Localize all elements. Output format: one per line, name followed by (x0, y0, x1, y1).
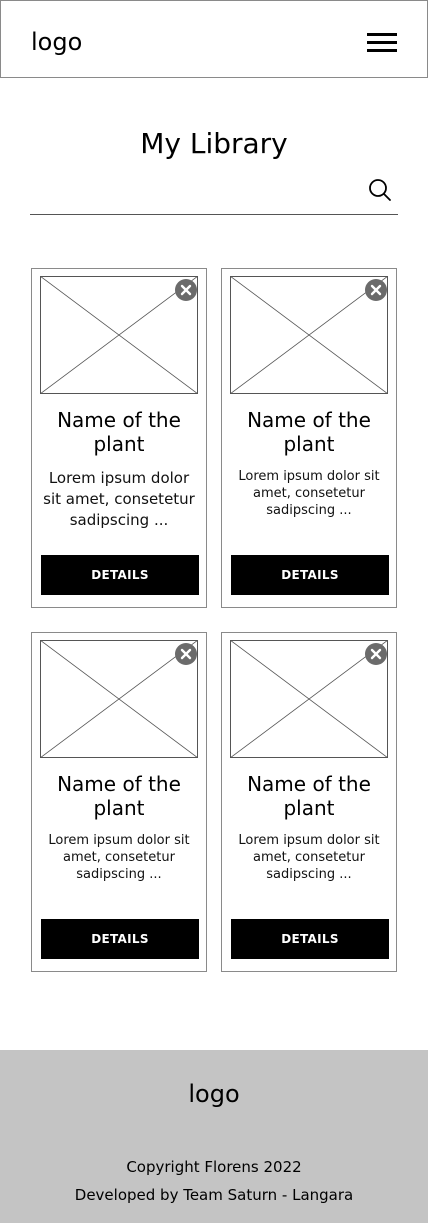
site-header: logo (0, 0, 428, 78)
page-title: My Library (140, 127, 288, 160)
header-logo[interactable]: logo (31, 27, 82, 57)
search-bar (30, 172, 398, 215)
hamburger-line (367, 49, 397, 52)
plant-card: Name of the plant Lorem ipsum dolor sit … (221, 268, 397, 608)
card-title: Name of the plant (247, 408, 371, 456)
details-button[interactable]: DETAILS (41, 555, 199, 595)
site-footer: logo Copyright Florens 2022 Developed by… (0, 1050, 428, 1223)
plant-card: Name of the plant Lorem ipsum dolor sit … (221, 632, 397, 972)
card-description: Lorem ipsum dolor sit amet, consetetur s… (238, 469, 380, 518)
card-description: Lorem ipsum dolor sit amet, consetetur s… (48, 833, 190, 882)
card-title: Name of the plant (57, 408, 181, 456)
close-circle-icon[interactable] (365, 643, 387, 665)
search-input[interactable] (30, 172, 360, 210)
developer-credit: Developed by Team Saturn - Langara (74, 1186, 354, 1204)
hamburger-menu-icon[interactable] (367, 33, 397, 53)
details-button[interactable]: DETAILS (231, 919, 389, 959)
close-circle-icon[interactable] (365, 279, 387, 301)
close-circle-icon[interactable] (175, 279, 197, 301)
details-button[interactable]: DETAILS (41, 919, 199, 959)
card-description: Lorem ipsum dolor sit amet, consetetur s… (43, 469, 195, 529)
copyright-text: Copyright Florens 2022 (126, 1158, 302, 1176)
hamburger-line (367, 33, 397, 36)
details-button[interactable]: DETAILS (231, 555, 389, 595)
card-title: Name of the plant (247, 772, 371, 820)
plant-card: Name of the plant Lorem ipsum dolor sit … (31, 268, 207, 608)
footer-logo[interactable]: logo (0, 1078, 428, 1110)
plant-card: Name of the plant Lorem ipsum dolor sit … (31, 632, 207, 972)
card-title: Name of the plant (57, 772, 181, 820)
search-icon[interactable] (368, 178, 392, 202)
card-description: Lorem ipsum dolor sit amet, consetetur s… (238, 833, 380, 882)
hamburger-line (367, 41, 397, 44)
close-circle-icon[interactable] (175, 643, 197, 665)
